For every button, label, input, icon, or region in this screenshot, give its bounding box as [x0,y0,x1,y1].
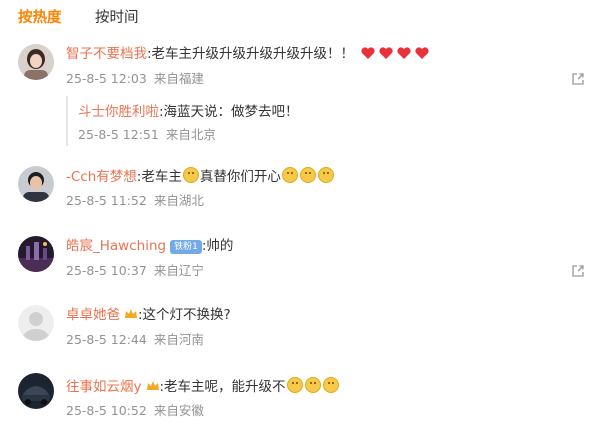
heart-emoji-icon [379,47,393,59]
avatar[interactable] [18,166,54,202]
comment-meta: 25-8-5 10:37 来自辽宁 [66,263,204,279]
share-icon[interactable] [570,263,586,279]
comment-meta: 25-8-5 10:52 来自安徽 [66,403,204,419]
comment-date: 25-8-5 10:52 [66,403,147,418]
fan-level-badge: 铁粉1 [170,240,202,254]
comment-body: 往事如云烟y :老车主呢，能升级不 [66,377,340,396]
comment-location: 来自湖北 [153,193,204,208]
smile-emoji-icon [182,167,199,183]
comment-text: :帅的 [201,238,234,254]
tab-sort-by-hot[interactable]: 按热度 [18,6,62,27]
comment-text: :老车主呢，能升级不 [159,379,286,395]
crying-laugh-emoji-icon [304,377,321,393]
comment-body: 卓卓她爸 :这个灯不换换? [66,306,231,324]
username-link[interactable]: -Cch有梦想 [66,169,137,185]
username-link[interactable]: 往事如云烟y [66,379,142,395]
username-link[interactable]: 智子不要档我 [66,46,147,62]
avatar[interactable] [18,236,54,272]
comment-text: :老车主升级升级升级升级升级！！ [147,46,355,62]
comment-location: 来自河南 [153,332,204,347]
comment-meta: 25-8-5 12:44 来自河南 [66,332,204,348]
comment-body: 智子不要档我:老车主升级升级升级升级升级！！ [66,45,430,63]
username-link[interactable]: 皓宸_Hawching [66,238,166,254]
reply-location: 来自北京 [165,127,216,142]
comment-location: 来自福建 [153,71,204,86]
comment-text: :老车主 [136,169,182,185]
share-icon[interactable] [570,71,586,87]
crying-laugh-emoji-icon [322,377,339,393]
comment-body: -Cch有梦想:老车主 真替你们开心 [66,167,335,186]
comment-meta: 25-8-5 12:03 来自福建 [66,71,204,87]
comment-text: :这个灯不换换? [138,307,231,323]
reply-block: 斗士你胜利啦:海蓝天说：做梦去吧！ 25-8-5 12:51 来自北京 [66,96,468,146]
crown-badge-icon [125,309,137,318]
comment-body: 皓宸_Hawching 铁粉1:帅的 [66,237,233,255]
comment-date: 25-8-5 10:37 [66,263,147,278]
crying-laugh-emoji-icon [286,377,303,393]
avatar[interactable] [18,373,54,409]
reply-username-link[interactable]: 斗士你胜利啦 [78,104,159,120]
crown-badge-icon [146,381,159,390]
comment-text: 真替你们开心 [199,169,281,185]
heart-emoji-icon [415,47,429,59]
comment-date: 25-8-5 11:52 [66,193,147,208]
reply-date: 25-8-5 12:51 [78,127,159,142]
heart-emoji-icon [361,47,375,59]
reply-text: :海蓝天说：做梦去吧！ [159,104,299,120]
comment-meta: 25-8-5 11:52 来自湖北 [66,193,204,209]
smile-emoji-icon [317,167,334,183]
comment-date: 25-8-5 12:44 [66,332,147,347]
tab-sort-by-time[interactable]: 按时间 [95,6,139,27]
comment-date: 25-8-5 12:03 [66,71,147,86]
smile-emoji-icon [281,167,298,183]
avatar[interactable] [18,305,54,341]
heart-emoji-icon [397,47,411,59]
avatar[interactable] [18,44,54,80]
username-link[interactable]: 卓卓她爸 [66,307,120,323]
smile-emoji-icon [299,167,316,183]
comment-location: 来自安徽 [153,403,204,418]
comment-location: 来自辽宁 [153,263,204,278]
